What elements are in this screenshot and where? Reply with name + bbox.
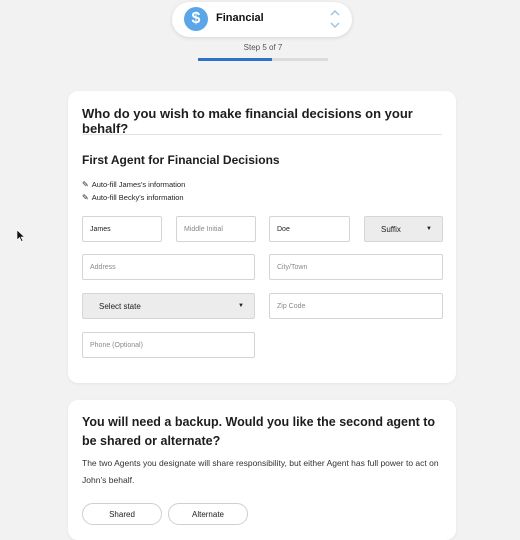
- suffix-select[interactable]: Suffix ▼: [364, 216, 443, 242]
- backup-agent-card: You will need a backup. Would you like t…: [68, 400, 456, 540]
- backup-question-heading: You will need a backup. Would you like t…: [82, 415, 436, 448]
- backup-description: The two Agents you designate will share …: [82, 458, 439, 485]
- step-indicator: Step 5 of 7: [243, 43, 283, 52]
- divider: [82, 134, 442, 135]
- chevron-up-down-icon[interactable]: [329, 8, 341, 32]
- autofill-james-link[interactable]: ✎ Auto-fill James's information: [82, 180, 185, 189]
- autofill-label: Auto-fill James's information: [91, 180, 186, 189]
- autofill-becky-link[interactable]: ✎ Auto-fill Becky's information: [82, 193, 184, 202]
- shared-option-button[interactable]: Shared: [82, 503, 162, 525]
- last-name-field[interactable]: Doe: [269, 216, 350, 242]
- section-label: Financial: [216, 12, 264, 24]
- dollar-icon: $: [184, 7, 208, 31]
- address-field[interactable]: Address: [82, 254, 255, 280]
- mouse-cursor-icon: [16, 229, 26, 242]
- first-agent-card: Who do you wish to make financial decisi…: [68, 91, 456, 383]
- section-title: First Agent for Financial Decisions: [82, 153, 280, 167]
- city-field[interactable]: City/Town: [269, 254, 443, 280]
- caret-down-icon: ▼: [238, 303, 244, 309]
- state-select[interactable]: Select state ▼: [82, 293, 255, 319]
- phone-field[interactable]: Phone (Optional): [82, 332, 255, 358]
- pencil-icon: ✎: [82, 193, 89, 202]
- state-label: Select state: [99, 301, 141, 311]
- progress-fill: [198, 58, 273, 61]
- pencil-icon: ✎: [82, 180, 89, 189]
- progress-bar: [198, 58, 328, 61]
- first-name-field[interactable]: James: [82, 216, 162, 242]
- section-selector[interactable]: $ Financial: [172, 2, 352, 37]
- middle-initial-field[interactable]: Middle Initial: [176, 216, 256, 242]
- suffix-label: Suffix: [381, 224, 401, 234]
- caret-down-icon: ▼: [426, 226, 432, 232]
- alternate-option-button[interactable]: Alternate: [168, 503, 248, 525]
- question-heading: Who do you wish to make financial decisi…: [82, 106, 413, 136]
- zip-field[interactable]: Zip Code: [269, 293, 443, 319]
- autofill-label: Auto-fill Becky's information: [91, 193, 184, 202]
